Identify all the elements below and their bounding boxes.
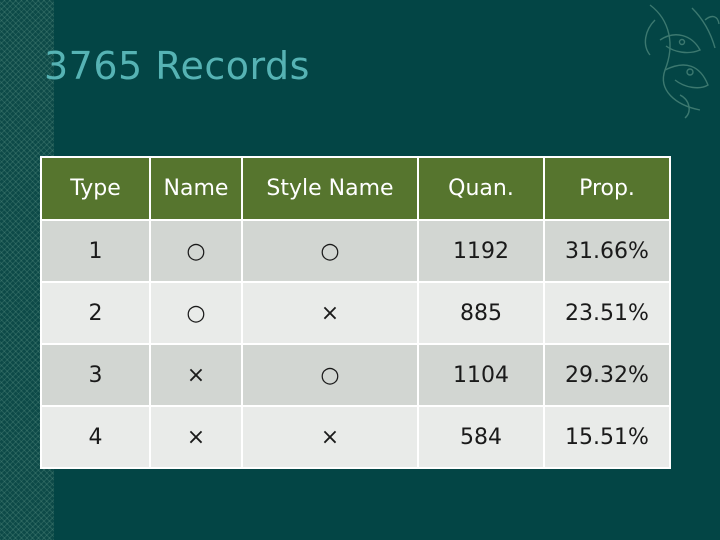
- table-row: 1 ○ ○ 1192 31.66%: [40, 219, 671, 283]
- cell-type: 2: [40, 281, 151, 345]
- cell-proportion: 23.51%: [543, 281, 671, 345]
- column-header-name: Name: [149, 156, 243, 221]
- cell-quantity: 584: [417, 405, 545, 469]
- column-header-type: Type: [40, 156, 151, 221]
- cell-quantity: 885: [417, 281, 545, 345]
- cell-name: ×: [149, 405, 243, 469]
- page-title: 3765 Records: [44, 44, 310, 88]
- cell-quantity: 1104: [417, 343, 545, 407]
- cell-proportion: 31.66%: [543, 219, 671, 283]
- cell-proportion: 29.32%: [543, 343, 671, 407]
- cell-type: 3: [40, 343, 151, 407]
- table-row: 4 × × 584 15.51%: [40, 405, 671, 469]
- records-table: Type Name Style Name Quan. Prop. 1 ○ ○ 1…: [40, 156, 671, 469]
- column-header-proportion: Prop.: [543, 156, 671, 221]
- cell-name: ○: [149, 219, 243, 283]
- cell-style-name: ○: [241, 219, 419, 283]
- floral-ornament-icon: [644, 4, 720, 119]
- column-header-style-name: Style Name: [241, 156, 419, 221]
- cell-quantity: 1192: [417, 219, 545, 283]
- cell-name: ×: [149, 343, 243, 407]
- cell-style-name: ×: [241, 405, 419, 469]
- cell-style-name: ○: [241, 343, 419, 407]
- table-row: 2 ○ × 885 23.51%: [40, 281, 671, 345]
- cell-proportion: 15.51%: [543, 405, 671, 469]
- cell-name: ○: [149, 281, 243, 345]
- table-row: 3 × ○ 1104 29.32%: [40, 343, 671, 407]
- table-header-row: Type Name Style Name Quan. Prop.: [40, 156, 671, 221]
- cell-type: 1: [40, 219, 151, 283]
- column-header-quantity: Quan.: [417, 156, 545, 221]
- cell-style-name: ×: [241, 281, 419, 345]
- cell-type: 4: [40, 405, 151, 469]
